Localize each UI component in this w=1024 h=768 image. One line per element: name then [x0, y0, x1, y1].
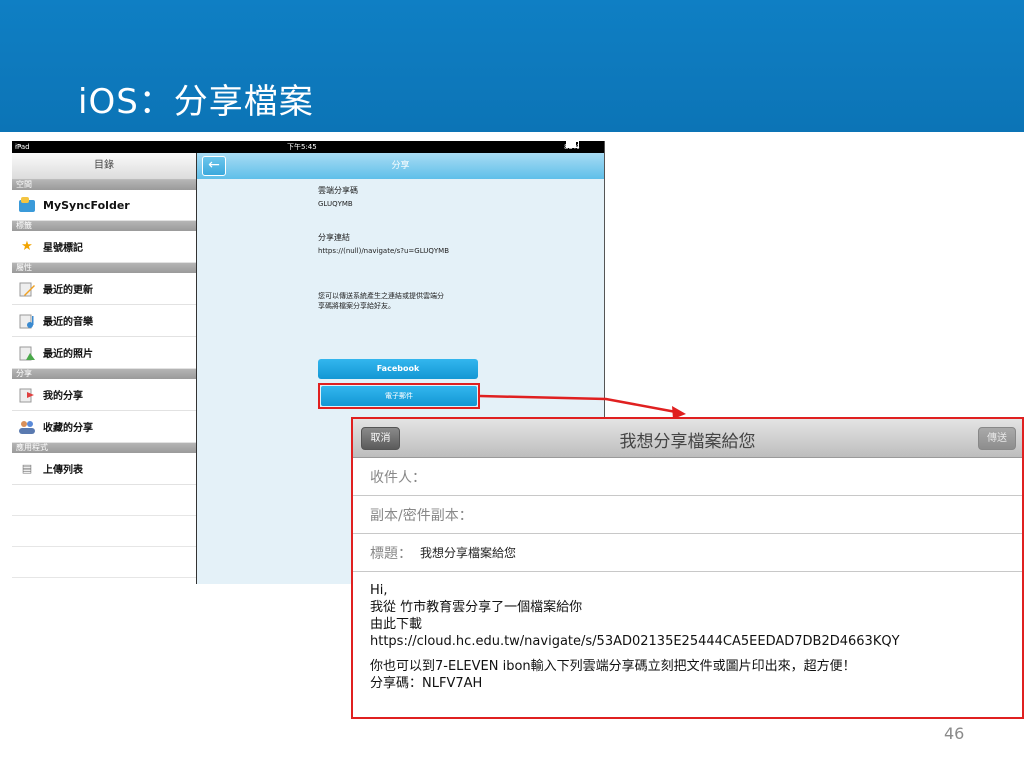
cc-field[interactable]: 副本/密件副本： — [353, 496, 1022, 534]
mail-toolbar: 取消 我想分享檔案給您 傳送 — [353, 419, 1022, 458]
body-line: 我從 竹市教育雲分享了一個檔案給你 — [370, 600, 583, 615]
body-line: 分享碼：NLFV7AH — [370, 676, 483, 691]
send-button[interactable]: 傳送 — [978, 427, 1016, 450]
body-line: 你也可以到7-ELEVEN ibon輸入下列雲端分享碼立刻把文件或圖片印出來，超… — [370, 659, 856, 674]
body-line: 由此下載 — [370, 617, 423, 632]
body-line: Hi, — [370, 583, 388, 598]
body-link: https://cloud.hc.edu.tw/navigate/s/53AD0… — [370, 634, 900, 649]
cc-label: 副本/密件副本： — [370, 507, 473, 524]
subject-field[interactable]: 標題： 我想分享檔案給您 — [353, 534, 1022, 572]
to-field[interactable]: 收件人： — [353, 458, 1022, 496]
page-number: 46 — [944, 724, 965, 743]
subject-label: 標題： — [370, 545, 412, 562]
to-label: 收件人： — [370, 469, 426, 486]
subject-value: 我想分享檔案給您 — [420, 546, 517, 560]
mail-subject-title: 我想分享檔案給您 — [619, 432, 756, 452]
email-compose-panel: 取消 我想分享檔案給您 傳送 收件人： 副本/密件副本： 標題： 我想分享檔案給… — [351, 417, 1024, 719]
mail-body[interactable]: Hi, 我從 竹市教育雲分享了一個檔案給你 由此下載 https://cloud… — [353, 572, 1022, 692]
